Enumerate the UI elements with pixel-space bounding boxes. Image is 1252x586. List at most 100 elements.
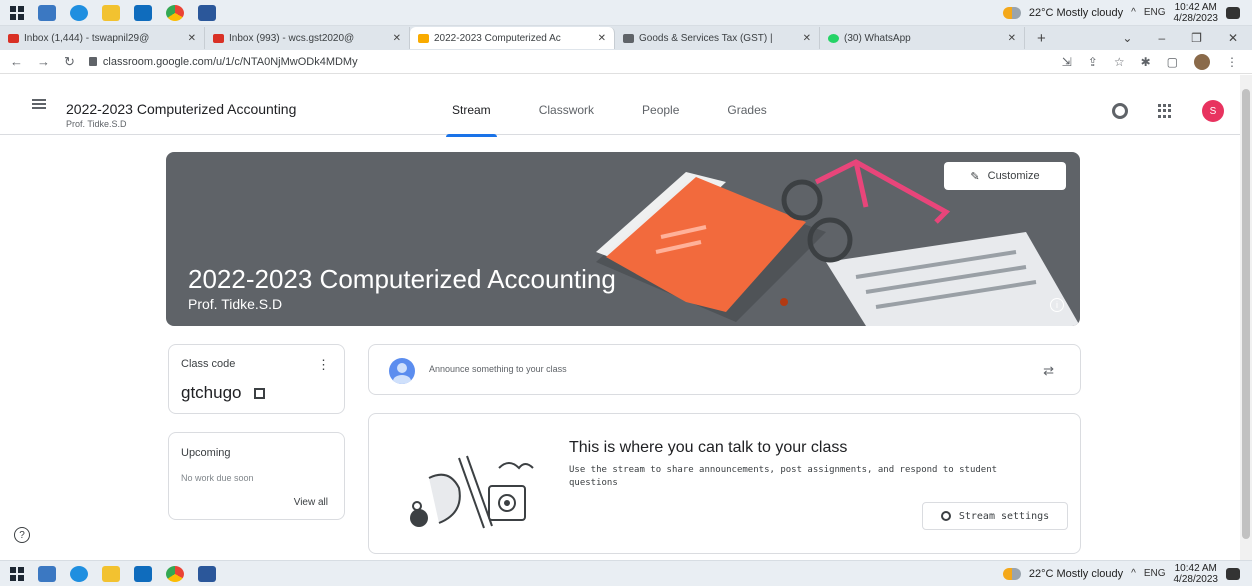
customize-button[interactable]: ✎ Customize	[944, 162, 1066, 190]
tray-chevron-icon[interactable]: ^	[1131, 568, 1136, 579]
browser-tab[interactable]: Inbox (1,444) - tswapnil29@ ✕	[0, 27, 205, 49]
new-tab-icon[interactable]: +	[1025, 30, 1058, 47]
upcoming-empty-text: No work due soon	[181, 473, 254, 483]
whatsapp-icon	[828, 33, 839, 43]
fullscreen-icon[interactable]	[253, 387, 265, 399]
browser-tab-title: Inbox (993) - wcs.gst2020@	[229, 32, 355, 44]
chrome-icon[interactable]	[166, 4, 184, 21]
reload-icon[interactable]: ↻	[64, 54, 75, 70]
browser-tab[interactable]: Inbox (993) - wcs.gst2020@ ✕	[205, 27, 410, 49]
browser-tab-strip: Inbox (1,444) - tswapnil29@ ✕ Inbox (993…	[0, 26, 1252, 50]
notifications-icon[interactable]	[1226, 567, 1240, 580]
tab-grades[interactable]: Grades	[727, 103, 766, 137]
clock-date: 4/28/2023	[1173, 573, 1219, 585]
browser-tab-title: (30) WhatsApp	[844, 32, 911, 44]
file-explorer-icon[interactable]	[102, 565, 120, 582]
language-indicator[interactable]: ENG	[1144, 568, 1166, 579]
url-text: classroom.google.com/u/1/c/NTA0NjMwODk4M…	[102, 55, 358, 68]
extensions-icon[interactable]: ✱	[1141, 55, 1151, 69]
profile-avatar-icon[interactable]	[1194, 53, 1210, 70]
back-icon[interactable]: ←	[10, 54, 23, 70]
store-icon[interactable]	[38, 4, 56, 21]
mail-icon[interactable]	[134, 4, 152, 21]
mail-icon[interactable]	[134, 565, 152, 582]
side-panel-icon[interactable]: ▢	[1167, 55, 1178, 69]
class-code-card: Class code ⋮ gtchugo	[168, 344, 345, 414]
tab-people[interactable]: People	[642, 103, 679, 137]
share-icon[interactable]: ⇪	[1088, 55, 1098, 69]
lock-icon[interactable]	[88, 57, 97, 66]
upcoming-card: Upcoming No work due soon View all	[168, 432, 345, 520]
newspaper-illustration	[826, 232, 1080, 326]
class-banner: ✎ Customize 2022-2023 Computerized Accou…	[166, 152, 1080, 326]
word-icon[interactable]	[198, 565, 216, 582]
weather-text[interactable]: 22°C Mostly cloudy	[1029, 7, 1123, 19]
browser-tab-title: Inbox (1,444) - tswapnil29@	[24, 32, 150, 44]
stream-illustration	[410, 455, 534, 529]
account-avatar[interactable]: S	[1202, 100, 1224, 122]
glasses-illustration	[781, 159, 951, 263]
windows-taskbar-bottom: 22°C Mostly cloudy ^ ENG 10:42 AM 4/28/2…	[0, 560, 1252, 586]
main-menu-icon[interactable]	[32, 99, 46, 109]
notifications-icon[interactable]	[1226, 6, 1240, 19]
close-tab-icon[interactable]: ✕	[1008, 33, 1016, 44]
class-code-value: gtchugo	[181, 383, 265, 403]
stream-settings-label: Stream settings	[958, 510, 1050, 522]
word-icon[interactable]	[198, 4, 216, 21]
minimize-icon[interactable]: –	[1158, 31, 1165, 45]
tab-search-chevron-icon[interactable]: ⌄	[1122, 31, 1132, 45]
tab-classwork[interactable]: Classwork	[539, 103, 594, 137]
file-explorer-icon[interactable]	[102, 4, 120, 21]
gmail-icon	[8, 33, 19, 43]
class-teacher: Prof. Tidke.S.D	[66, 119, 127, 129]
stream-settings-button[interactable]: Stream settings	[922, 502, 1068, 530]
browser-tab[interactable]: Goods & Services Tax (GST) | ✕	[615, 27, 820, 49]
upcoming-label: Upcoming	[181, 447, 231, 459]
class-title[interactable]: 2022-2023 Computerized Accounting	[66, 101, 296, 117]
close-tab-icon[interactable]: ✕	[803, 33, 811, 44]
clock[interactable]: 10:42 AM 4/28/2023	[1174, 563, 1219, 585]
browser-menu-icon[interactable]: ⋮	[1226, 55, 1238, 69]
edge-icon[interactable]	[70, 565, 88, 582]
clock[interactable]: 10:42 AM 4/28/2023	[1174, 2, 1219, 24]
windows-start-icon[interactable]	[10, 5, 24, 20]
browser-tab[interactable]: (30) WhatsApp ✕	[820, 27, 1025, 49]
class-code-text: gtchugo	[181, 383, 242, 402]
announce-placeholder[interactable]: Announce something to your class	[429, 364, 567, 374]
close-tab-icon[interactable]: ✕	[598, 33, 606, 44]
help-icon[interactable]: ?	[14, 527, 30, 543]
more-options-icon[interactable]: ⋮	[317, 357, 330, 373]
chrome-icon[interactable]	[166, 565, 184, 582]
class-settings-gear-icon[interactable]	[1112, 103, 1128, 119]
windows-start-icon[interactable]	[10, 566, 24, 581]
classroom-icon	[418, 33, 429, 43]
banner-subtitle: Prof. Tidke.S.D	[188, 296, 283, 312]
url-field[interactable]: classroom.google.com/u/1/c/NTA0NjMwODk4M…	[88, 55, 358, 68]
repost-icon[interactable]: ⇄	[1043, 363, 1054, 379]
page-scrollbar[interactable]	[1240, 75, 1252, 560]
customize-label: Customize	[987, 170, 1040, 182]
banner-title: 2022-2023 Computerized Accounting	[188, 264, 616, 294]
clock-time: 10:42 AM	[1174, 562, 1217, 574]
store-icon[interactable]	[38, 565, 56, 582]
edge-icon[interactable]	[70, 4, 88, 21]
browser-tab-title: 2022-2023 Computerized Ac	[434, 32, 561, 44]
restore-icon[interactable]: ❐	[1191, 31, 1202, 45]
language-indicator[interactable]: ENG	[1144, 7, 1166, 18]
forward-icon[interactable]: →	[37, 54, 50, 70]
view-all-link[interactable]: View all	[294, 497, 328, 508]
close-tab-icon[interactable]: ✕	[393, 33, 401, 44]
close-tab-icon[interactable]: ✕	[188, 33, 196, 44]
scrollbar-thumb[interactable]	[1242, 89, 1250, 539]
bookmark-star-icon[interactable]: ☆	[1114, 55, 1125, 69]
tray-chevron-icon[interactable]: ^	[1131, 7, 1136, 18]
windows-taskbar-top: 22°C Mostly cloudy ^ ENG 10:42 AM 4/28/2…	[0, 0, 1252, 26]
announce-box[interactable]: Announce something to your class ⇄	[368, 344, 1081, 395]
weather-text[interactable]: 22°C Mostly cloudy	[1029, 568, 1123, 580]
class-info-icon[interactable]: i	[1050, 298, 1064, 312]
google-apps-icon[interactable]	[1158, 104, 1172, 118]
install-icon[interactable]: ⇲	[1062, 55, 1072, 69]
close-window-icon[interactable]: ✕	[1228, 31, 1238, 45]
browser-tab-active[interactable]: 2022-2023 Computerized Ac ✕	[410, 27, 615, 49]
tab-stream[interactable]: Stream	[446, 103, 497, 137]
